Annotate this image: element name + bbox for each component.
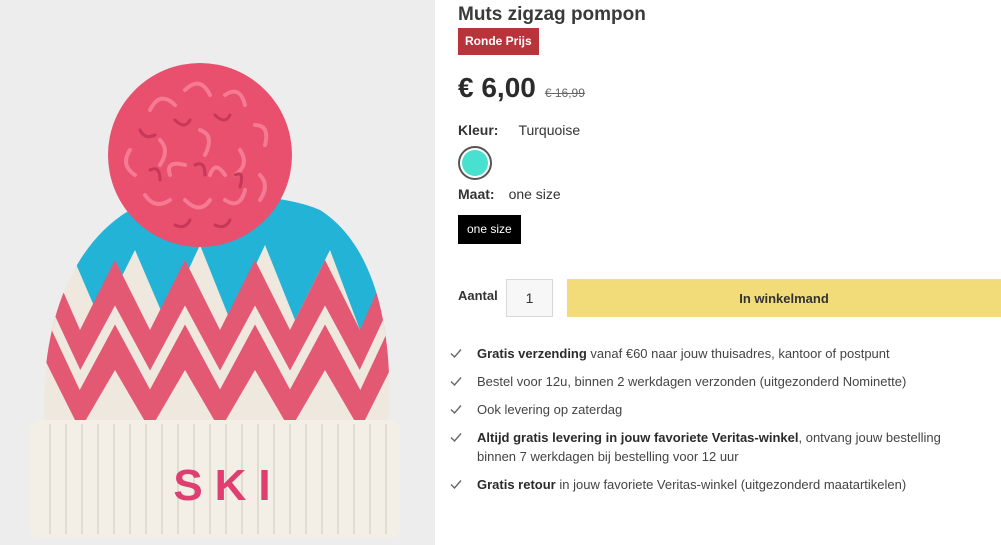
check-icon	[450, 405, 462, 415]
usp-item: Gratis retour in jouw favoriete Veritas-…	[449, 475, 979, 494]
usp-detail: vanaf €60 naar jouw thuisadres, kantoor …	[586, 346, 890, 361]
usp-item: Bestel voor 12u, binnen 2 werkdagen verz…	[449, 372, 979, 391]
usp-text: Gratis retour in jouw favoriete Veritas-…	[477, 475, 906, 494]
usp-list: Gratis verzending vanaf €60 naar jouw th…	[449, 344, 979, 503]
check-icon	[450, 433, 462, 443]
usp-detail: Ook levering op zaterdag	[477, 402, 623, 417]
color-value: Turquoise	[518, 122, 581, 138]
usp-item: Gratis verzending vanaf €60 naar jouw th…	[449, 344, 979, 363]
ski-lettering: SKI	[173, 461, 282, 510]
usp-text: Altijd gratis levering in jouw favoriete…	[477, 428, 979, 466]
size-value: one size	[508, 186, 561, 202]
usp-item: Altijd gratis levering in jouw favoriete…	[449, 428, 979, 466]
product-title: Muts zigzag pompon	[458, 4, 646, 25]
usp-detail: in jouw favoriete Veritas-winkel (uitgez…	[555, 477, 907, 492]
product-image[interactable]: SKI	[0, 0, 435, 545]
color-swatch-turquoise[interactable]	[458, 146, 492, 180]
usp-item: Ook levering op zaterdag	[449, 400, 979, 419]
add-to-cart-button[interactable]: In winkelmand	[567, 279, 1001, 317]
quantity-label: Aantal	[458, 288, 498, 303]
usp-text: Ook levering op zaterdag	[477, 400, 622, 419]
usp-bold: Gratis retour	[477, 477, 556, 492]
color-label: Kleur:	[458, 122, 499, 138]
usp-text: Bestel voor 12u, binnen 2 werkdagen verz…	[477, 372, 906, 391]
check-icon	[450, 480, 462, 490]
color-swatch-fill	[462, 150, 488, 176]
size-row: Maat: one size	[458, 186, 561, 202]
size-option-one-size[interactable]: one size	[458, 215, 521, 244]
old-price: € 16,99	[544, 86, 585, 100]
usp-text: Gratis verzending vanaf €60 naar jouw th…	[477, 344, 890, 363]
knit-hat-image: SKI	[0, 0, 435, 545]
price-badge: Ronde Prijs	[458, 28, 539, 55]
current-price: € 6,00	[458, 72, 536, 103]
usp-bold: Gratis verzending	[477, 346, 587, 361]
quantity-input[interactable]	[506, 279, 553, 317]
usp-detail: Bestel voor 12u, binnen 2 werkdagen verz…	[477, 374, 907, 389]
check-icon	[450, 349, 462, 359]
usp-bold: Altijd gratis levering in jouw favoriete…	[477, 430, 799, 445]
size-label: Maat:	[458, 186, 495, 202]
product-details: Muts zigzag pompon Ronde Prijs € 6,00 € …	[450, 0, 1001, 545]
price-row: € 6,00 € 16,99	[458, 72, 585, 104]
color-row: Kleur: Turquoise	[458, 122, 580, 138]
check-icon	[450, 377, 462, 387]
